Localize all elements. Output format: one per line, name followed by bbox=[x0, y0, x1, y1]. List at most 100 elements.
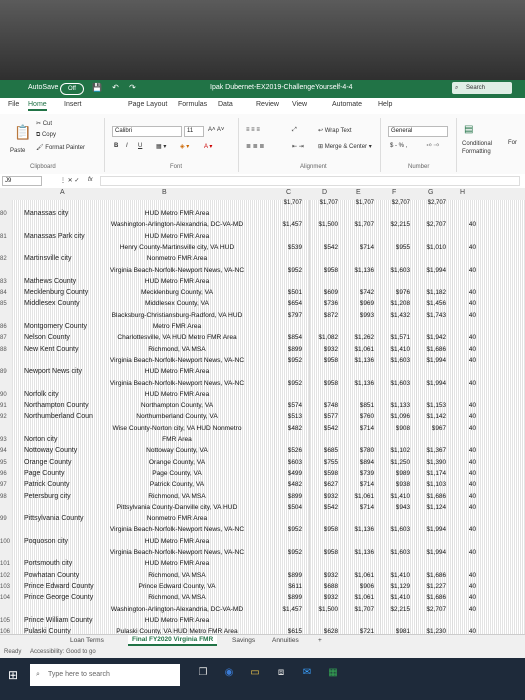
cell-rent-c[interactable]: $654 bbox=[274, 300, 302, 307]
format-painter-button[interactable]: 🖌 Format Painter bbox=[36, 144, 85, 151]
cell-rent-g[interactable]: $1,010 bbox=[418, 244, 446, 251]
cell-rent-f[interactable]: $1,571 bbox=[382, 334, 410, 341]
cell-rent-f[interactable]: $1,603 bbox=[382, 526, 410, 533]
row-number[interactable]: 87 bbox=[0, 335, 7, 341]
cell-fmr-area[interactable]: HUD Metro FMR Area bbox=[92, 233, 262, 240]
tab-help[interactable]: Help bbox=[378, 101, 392, 108]
cell-city[interactable]: Page County bbox=[24, 470, 64, 477]
cell-rent-g[interactable]: $1,456 bbox=[418, 300, 446, 307]
currency-format-button[interactable]: $ - % , bbox=[390, 143, 407, 149]
cell-rent-c[interactable]: $952 bbox=[274, 357, 302, 364]
cell-rent-f[interactable]: $943 bbox=[382, 504, 410, 511]
cell-fmr-area[interactable]: Richmond, VA MSA bbox=[92, 594, 262, 601]
row-number[interactable]: 93 bbox=[0, 437, 7, 443]
cell-h[interactable]: 40 bbox=[460, 493, 476, 500]
cell-rent-e[interactable]: $969 bbox=[346, 300, 374, 307]
row-number[interactable]: 103 bbox=[0, 584, 10, 590]
cell-rent-f[interactable]: $976 bbox=[382, 289, 410, 296]
cell-city[interactable]: New Kent County bbox=[24, 346, 78, 353]
cell-h[interactable]: 40 bbox=[460, 526, 476, 533]
cell-rent-g[interactable]: $1,124 bbox=[418, 504, 446, 511]
row-number[interactable]: 88 bbox=[0, 347, 7, 353]
cell-rent-f[interactable]: $1,096 bbox=[382, 413, 410, 420]
cell-fmr-area[interactable]: HUD Metro FMR Area bbox=[92, 210, 262, 217]
cell-rent-d[interactable]: $932 bbox=[310, 572, 338, 579]
cell-rent-e[interactable]: $1,136 bbox=[346, 526, 374, 533]
bold-button[interactable]: B bbox=[114, 143, 118, 149]
add-sheet-button[interactable]: + bbox=[318, 637, 322, 644]
row-number[interactable]: 101 bbox=[0, 561, 10, 567]
cell-rent-c[interactable]: $513 bbox=[274, 413, 302, 420]
cell-fmr-area[interactable]: Washington-Arlington-Alexandria, DC-VA-M… bbox=[92, 606, 262, 613]
cell-fmr-area[interactable]: Virginia Beach-Norfolk-Newport News, VA-… bbox=[92, 267, 262, 274]
cell-rent-f[interactable]: $2,215 bbox=[382, 221, 410, 228]
cell-city[interactable]: Nelson County bbox=[24, 334, 70, 341]
cell-h[interactable]: 40 bbox=[460, 300, 476, 307]
paste-icon[interactable]: 📋 bbox=[14, 124, 31, 141]
cell-h[interactable]: 40 bbox=[460, 572, 476, 579]
tab-data[interactable]: Data bbox=[218, 101, 233, 108]
cell-rent-f[interactable]: $1,129 bbox=[382, 583, 410, 590]
cell-rent-g[interactable]: $1,686 bbox=[418, 594, 446, 601]
cell-rent-c[interactable]: $499 bbox=[274, 470, 302, 477]
cell-city[interactable]: Patrick County bbox=[24, 481, 70, 488]
cell-rent-g[interactable]: $2,707 bbox=[418, 606, 446, 613]
cell-rent-d[interactable]: $932 bbox=[310, 493, 338, 500]
cell-fmr-area[interactable]: Washington-Arlington-Alexandria, DC-VA-M… bbox=[92, 221, 262, 228]
file-explorer-icon[interactable]: ▭ bbox=[248, 666, 262, 680]
cell-rent-g[interactable]: $1,686 bbox=[418, 572, 446, 579]
cell-rent-d[interactable]: $958 bbox=[310, 549, 338, 556]
cell-h[interactable]: 40 bbox=[460, 459, 476, 466]
cell-h[interactable]: 40 bbox=[460, 346, 476, 353]
cell-h[interactable]: 40 bbox=[460, 221, 476, 228]
cell-fmr-area[interactable]: HUD Metro FMR Area bbox=[92, 617, 262, 624]
decimal-icons[interactable]: ⁺⁰ ⁻⁰ bbox=[426, 143, 439, 150]
cell-rent-f[interactable]: $1,603 bbox=[382, 267, 410, 274]
cell-rent-c[interactable]: $1,457 bbox=[274, 221, 302, 228]
excel-icon[interactable]: ▦ bbox=[326, 666, 340, 680]
cell-city[interactable]: Prince George County bbox=[24, 594, 93, 601]
cell-rent-e[interactable]: $714 bbox=[346, 244, 374, 251]
cell-city[interactable]: Middlesex County bbox=[24, 300, 80, 307]
tab-file[interactable]: File bbox=[8, 101, 19, 108]
cell-rent-c[interactable]: $603 bbox=[274, 459, 302, 466]
cell-rent-c[interactable]: $899 bbox=[274, 572, 302, 579]
cell-fmr-area[interactable]: Metro FMR Area bbox=[92, 323, 262, 330]
cell-rent-c[interactable]: $501 bbox=[274, 289, 302, 296]
cell-fmr-area[interactable]: HUD Metro FMR Area bbox=[92, 278, 262, 285]
cell-city[interactable]: Petersburg city bbox=[24, 493, 71, 500]
cell-rent-d[interactable]: $736 bbox=[310, 300, 338, 307]
sheet-tab-loan-terms[interactable]: Loan Terms bbox=[70, 637, 104, 644]
cell-city[interactable]: Powhatan County bbox=[24, 572, 79, 579]
fx-icon[interactable]: fx bbox=[88, 177, 93, 183]
cell-fmr-area[interactable]: Richmond, VA MSA bbox=[92, 493, 262, 500]
row-number[interactable]: 96 bbox=[0, 471, 7, 477]
cell-rent-c[interactable]: $952 bbox=[274, 526, 302, 533]
cell-fmr-area[interactable]: Virginia Beach-Norfolk-Newport News, VA-… bbox=[92, 549, 262, 556]
cell-rent-f[interactable]: $938 bbox=[382, 481, 410, 488]
cell-rent-e[interactable]: $714 bbox=[346, 425, 374, 432]
cell-fmr-area[interactable]: Northampton County, VA bbox=[92, 402, 262, 409]
column-a-header[interactable]: A bbox=[60, 189, 65, 196]
tab-automate[interactable]: Automate bbox=[332, 101, 362, 108]
cell-h[interactable]: 40 bbox=[460, 594, 476, 601]
cell-rent-c[interactable]: $574 bbox=[274, 402, 302, 409]
cell-fmr-area[interactable]: Virginia Beach-Norfolk-Newport News, VA-… bbox=[92, 380, 262, 387]
column-h-header[interactable]: H bbox=[460, 189, 465, 196]
row-number[interactable]: 84 bbox=[0, 290, 7, 296]
cell-rent-c[interactable]: $952 bbox=[274, 549, 302, 556]
format-as-table-button[interactable]: For bbox=[508, 140, 517, 146]
cell-rent-g[interactable]: $1,994 bbox=[418, 267, 446, 274]
cell-rent-g[interactable]: $1,994 bbox=[418, 357, 446, 364]
cell-rent-g[interactable]: $1,994 bbox=[418, 549, 446, 556]
row-number[interactable]: 105 bbox=[0, 618, 10, 624]
row-number[interactable]: 104 bbox=[0, 595, 10, 601]
cell-rent-g[interactable]: $1,994 bbox=[418, 380, 446, 387]
cell-city[interactable]: Manassas city bbox=[24, 210, 68, 217]
cell-h[interactable]: 40 bbox=[460, 380, 476, 387]
cell-fmr-area[interactable]: HUD Metro FMR Area bbox=[92, 368, 262, 375]
cell-fmr-area[interactable]: Richmond, VA MSA bbox=[92, 572, 262, 579]
cell-fmr-area[interactable]: Nottoway County, VA bbox=[92, 447, 262, 454]
cell-rent-g[interactable]: $1,174 bbox=[418, 470, 446, 477]
header-cell-f[interactable]: $2,707 bbox=[382, 200, 410, 206]
